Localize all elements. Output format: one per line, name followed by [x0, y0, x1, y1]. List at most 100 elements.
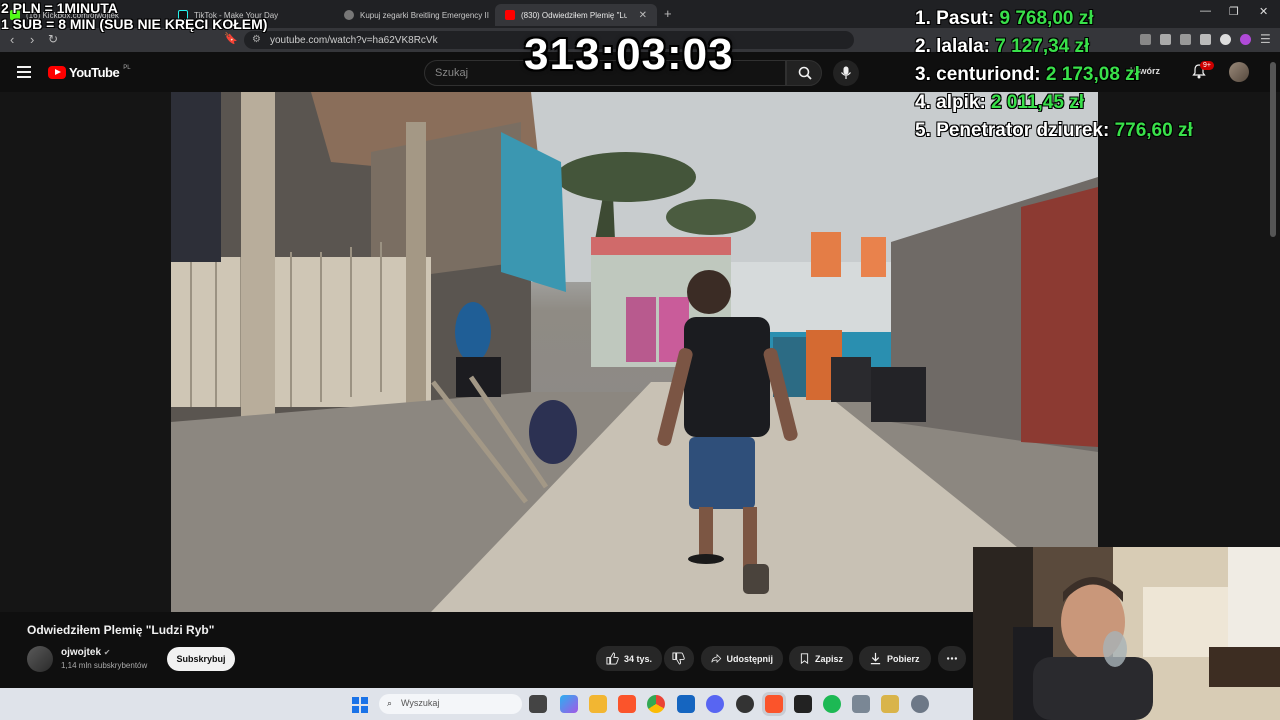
forward-arrow-icon[interactable]: ›	[30, 32, 34, 47]
rank: 4.	[915, 92, 931, 113]
tab-breitling[interactable]: Kupuj zegarki Breitling Emergency II	[334, 4, 494, 26]
notifications-badge: 9+	[1200, 61, 1214, 70]
donor-name: lalala:	[936, 36, 991, 57]
voice-search-button[interactable]	[833, 60, 859, 86]
more-actions-button[interactable]	[938, 646, 966, 671]
extension-icon[interactable]	[1180, 34, 1191, 45]
reload-icon[interactable]: ↻	[48, 32, 58, 46]
page-scrollbar[interactable]	[1270, 62, 1276, 237]
thumbs-up-icon	[606, 652, 619, 665]
channel-name[interactable]: ojwojtek ✔	[61, 647, 111, 658]
search-icon: ⌕	[387, 698, 393, 708]
donation-amount: 776,60 zł	[1114, 120, 1193, 141]
menu-kebab-icon[interactable]: ☰	[1260, 32, 1271, 46]
donation-amount: 2 011,45 zł	[991, 92, 1085, 113]
rate-line-1: 2 PLN = 1MINUTA	[1, 0, 118, 16]
back-arrow-icon[interactable]: ‹	[10, 32, 14, 47]
file-explorer-icon[interactable]	[589, 695, 607, 713]
download-button[interactable]: Pobierz	[859, 646, 931, 671]
share-button[interactable]: Udostępnij	[701, 646, 783, 671]
subathon-timer: 313:03:03	[524, 30, 734, 79]
site-settings-icon[interactable]: ⚙	[252, 34, 261, 45]
youtube-play-logo-icon	[48, 66, 66, 79]
chrome-icon[interactable]	[647, 695, 665, 713]
taskbar-search-placeholder: Wyszukaj	[401, 698, 440, 708]
video-player[interactable]	[171, 92, 1098, 612]
minimize-window-button[interactable]: —	[1200, 5, 1211, 17]
app-icon[interactable]	[794, 695, 812, 713]
rank: 3.	[915, 64, 931, 85]
hamburger-menu-icon[interactable]	[17, 66, 31, 78]
bookmark-icon[interactable]: 🔖	[224, 32, 238, 45]
globe-favicon-icon	[344, 10, 354, 20]
subscribe-button[interactable]: Subskrybuj	[167, 647, 235, 671]
close-window-button[interactable]: ✕	[1259, 5, 1268, 18]
discord-icon[interactable]	[706, 695, 724, 713]
rank: 5.	[915, 120, 931, 141]
spotify-icon[interactable]	[823, 695, 841, 713]
share-label: Udostępnij	[726, 653, 774, 664]
youtube-logo[interactable]: YouTube PL	[48, 65, 131, 80]
share-arrow-icon	[711, 653, 722, 664]
brave-active-icon[interactable]	[765, 695, 783, 713]
webcam-image	[973, 547, 1280, 720]
download-icon	[870, 652, 881, 665]
logo-word: YouTube	[69, 65, 120, 80]
video-title: Odwiedziłem Plemię "Ludzi Ryb"	[27, 623, 215, 637]
video-frame-image	[171, 92, 1098, 612]
shield-extension-icon[interactable]	[1220, 34, 1231, 45]
leaderboard-entry: 1. Pasut: 9 768,00 zł	[915, 8, 1094, 30]
donor-name: centuriond:	[936, 64, 1041, 85]
donation-rate-overlay: 2 PLN = 1MINUTA 1 SUB = 8 MIN (SUB NIE K…	[1, 0, 267, 32]
bookmark-save-icon	[800, 653, 809, 665]
close-tab-icon[interactable]: ✕	[639, 10, 647, 21]
tab-label: Kupuj zegarki Breitling Emergency II	[360, 10, 489, 20]
search-button[interactable]	[786, 60, 822, 86]
settings-gear-icon[interactable]	[911, 695, 929, 713]
verified-badge-icon: ✔	[103, 648, 111, 657]
windows-start-icon[interactable]	[352, 697, 368, 713]
taskbar-search-input[interactable]: ⌕ Wyszukaj	[379, 694, 522, 714]
donor-name: Penetrator dziurek:	[936, 120, 1110, 141]
youtube-favicon-icon	[505, 10, 515, 20]
extension-icon[interactable]	[1140, 34, 1151, 45]
leaderboard-entry: 5. Penetrator dziurek: 776,60 zł	[915, 120, 1193, 142]
task-view-icon[interactable]	[529, 695, 547, 713]
leaderboard-entry: 2. lalala: 7 127,34 zł	[915, 36, 1089, 58]
thumbs-down-icon	[672, 652, 685, 665]
app-icon[interactable]	[881, 695, 899, 713]
donation-amount: 2 173,08 zł	[1045, 64, 1140, 85]
like-button[interactable]: 34 tys.	[596, 646, 662, 671]
store-icon[interactable]	[677, 695, 695, 713]
rank: 1.	[915, 8, 931, 29]
calculator-icon[interactable]	[852, 695, 870, 713]
copilot-icon[interactable]	[560, 695, 578, 713]
profile-extension-icon[interactable]	[1240, 34, 1251, 45]
subscriber-count: 1,14 mln subskrybentów	[61, 661, 148, 670]
search-icon	[798, 66, 812, 80]
extension-icon[interactable]	[1160, 34, 1171, 45]
more-dots-icon	[946, 657, 958, 660]
dislike-button[interactable]	[664, 646, 694, 671]
tab-label: (830) Odwiedziłem Plemię "Lu	[521, 10, 627, 20]
new-tab-button[interactable]: +	[664, 6, 672, 21]
download-label: Pobierz	[887, 653, 920, 664]
channel-avatar[interactable]	[27, 646, 53, 672]
user-avatar[interactable]	[1229, 62, 1249, 82]
donor-name: alpik:	[936, 92, 986, 113]
save-button[interactable]: Zapisz	[789, 646, 853, 671]
leaderboard-entry: 4. alpik: 2 011,45 zł	[915, 92, 1084, 114]
leaderboard-entry: 3. centuriond: 2 173,08 zł	[915, 64, 1140, 86]
maximize-window-button[interactable]: ❐	[1229, 5, 1239, 18]
donation-amount: 9 768,00 zł	[999, 8, 1094, 29]
like-count: 34 tys.	[623, 653, 653, 664]
obs-icon[interactable]	[736, 695, 754, 713]
donation-amount: 7 127,34 zł	[995, 36, 1090, 57]
channel-name-text: ojwojtek	[61, 647, 102, 658]
brave-browser-icon[interactable]	[618, 695, 636, 713]
tab-youtube-active[interactable]: (830) Odwiedziłem Plemię "Lu ✕	[495, 4, 657, 26]
microphone-icon	[841, 66, 851, 79]
region-code: PL	[123, 64, 131, 71]
url-text: youtube.com/watch?v=ha62VK8RcVk	[270, 34, 438, 46]
extension-icon[interactable]	[1200, 34, 1211, 45]
